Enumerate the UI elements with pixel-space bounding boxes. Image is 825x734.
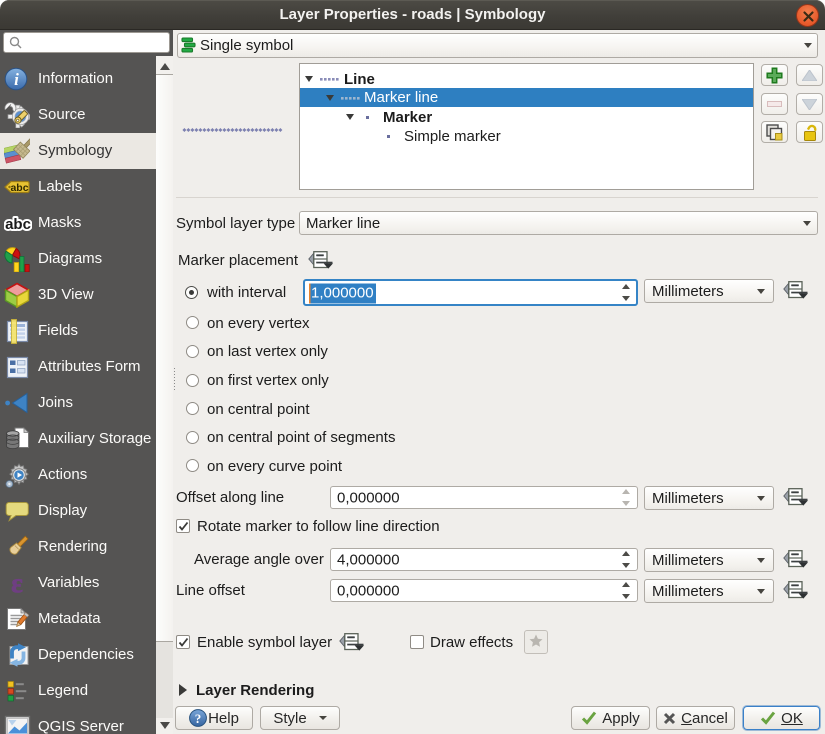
svg-text:?: ? bbox=[195, 711, 202, 726]
svg-text:i: i bbox=[14, 70, 19, 89]
svg-text:abc: abc bbox=[10, 182, 28, 194]
svg-text:abc: abc bbox=[5, 216, 31, 233]
svg-text:ε: ε bbox=[11, 570, 23, 596]
